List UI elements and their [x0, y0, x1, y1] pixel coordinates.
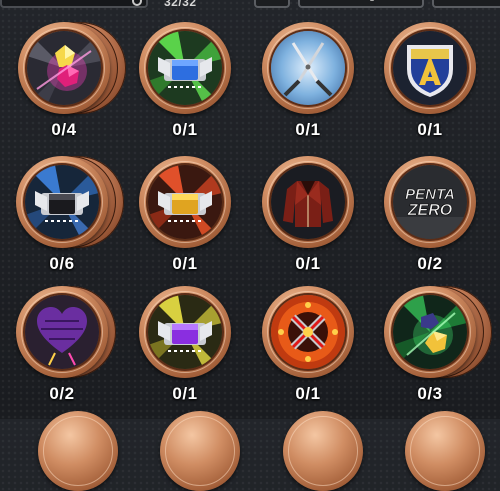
item-slot[interactable]: PENTA ZERO 0/2	[384, 156, 500, 284]
item-slot[interactable]: 0/1	[262, 156, 382, 284]
item-count: 0/1	[172, 254, 198, 273]
svg-text:PENTA: PENTA	[405, 186, 455, 203]
item-slot[interactable]: 0/3	[384, 286, 500, 414]
item-medal	[384, 22, 476, 114]
item-count: 0/1	[295, 120, 321, 139]
item-medal-partial	[38, 411, 118, 491]
item-slot[interactable]: 0/1	[139, 286, 259, 414]
item-count: 0/1	[172, 384, 198, 403]
item-medal-partial	[405, 411, 485, 491]
red-cross-emblem-icon	[271, 295, 345, 369]
item-count: 0/4	[51, 120, 77, 139]
item-medal	[262, 22, 354, 114]
item-count: 0/1	[172, 120, 198, 139]
item-medal	[262, 286, 354, 378]
item-medal: PENTA ZERO	[384, 156, 476, 248]
item-count: 0/6	[49, 254, 75, 273]
item-medal	[18, 22, 110, 114]
item-slot[interactable]: 0/6	[16, 156, 136, 284]
item-slot[interactable]: 0/1	[262, 286, 382, 414]
leather-jacket-icon	[271, 165, 345, 239]
item-medal	[16, 286, 108, 378]
svg-text:ZERO: ZERO	[407, 202, 453, 219]
penta-zero-logo-icon: PENTA ZERO	[393, 165, 467, 239]
item-medal	[139, 156, 231, 248]
scissors-icon	[271, 31, 345, 105]
item-slot[interactable]: 0/1	[384, 22, 500, 150]
item-medal	[16, 156, 108, 248]
pink-gem-cube-icon	[27, 31, 101, 105]
item-slot[interactable]: 0/1	[139, 156, 259, 284]
item-medal-partial	[160, 411, 240, 491]
item-slot[interactable]: 0/2	[16, 286, 136, 414]
item-count: 0/2	[49, 384, 75, 403]
item-count: 0/1	[295, 384, 321, 403]
item-count: 0/1	[417, 120, 443, 139]
blue-ticket-card-icon	[148, 31, 222, 105]
item-count: 0/3	[417, 384, 443, 403]
gold-ticket-card-icon	[148, 165, 222, 239]
black-ticket-card-icon	[25, 165, 99, 239]
item-count: 0/2	[417, 254, 443, 273]
item-slot[interactable]: 0/1	[139, 22, 259, 150]
item-medal	[384, 286, 476, 378]
shield-emblem-icon	[393, 31, 467, 105]
item-medal	[139, 22, 231, 114]
item-grid: 0/4 0/1 0/1 0/1 0/6 0/1 0/1 PENTA ZERO 0…	[0, 0, 500, 491]
item-medal-partial	[283, 411, 363, 491]
green-gem-cube-icon	[393, 295, 467, 369]
item-slot[interactable]: 0/4	[18, 22, 138, 150]
item-medal	[262, 156, 354, 248]
item-count: 0/1	[295, 254, 321, 273]
purple-ticket-card-icon	[148, 295, 222, 369]
item-medal	[139, 286, 231, 378]
purple-heart-icon	[25, 295, 99, 369]
item-slot[interactable]: 0/1	[262, 22, 382, 150]
